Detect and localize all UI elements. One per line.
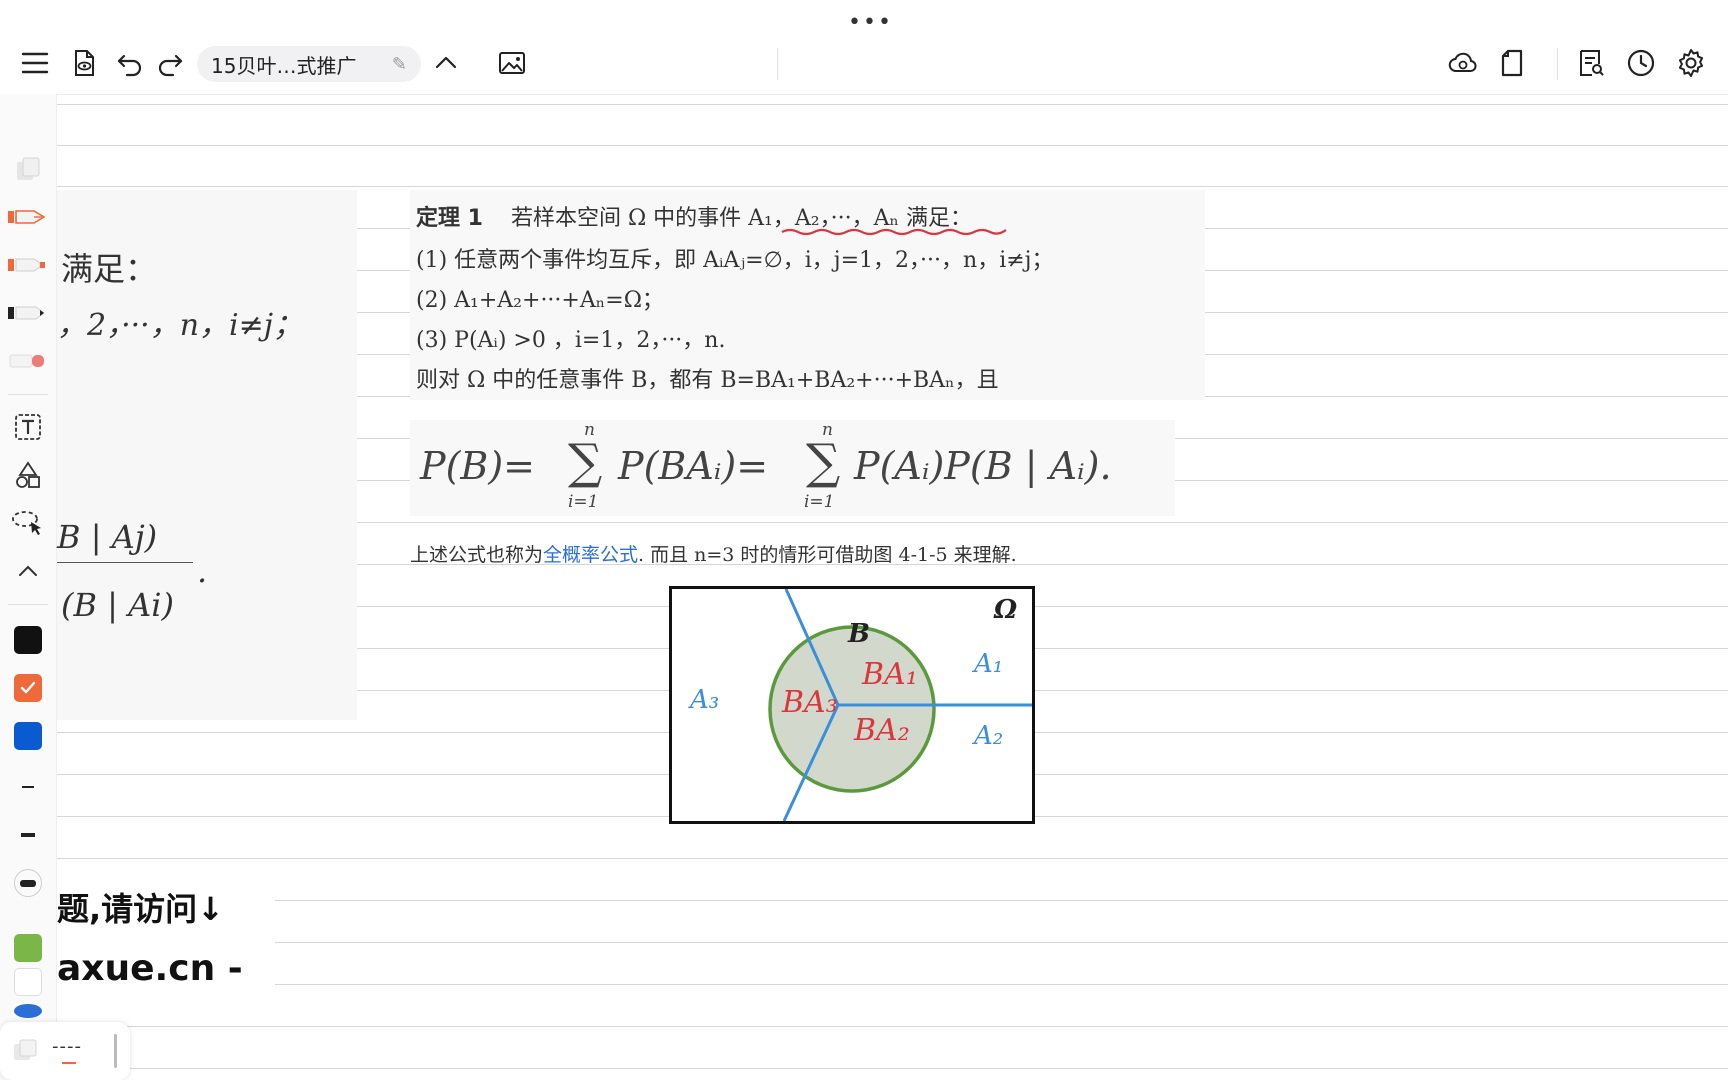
- cropped-banner-image[interactable]: 题,请访问↓ axue.cn -: [57, 876, 275, 1026]
- red-underline-annotation[interactable]: [780, 226, 1010, 238]
- active-page-marker: [62, 1062, 76, 1064]
- sidebar-divider-2: [8, 604, 48, 605]
- fraction-bar: [57, 562, 193, 563]
- sum2-bottom: i=1: [804, 492, 835, 512]
- fragment-text-4: (B | Ai): [61, 586, 174, 624]
- sum1-symbol: ∑: [568, 434, 603, 490]
- total-probability-formula[interactable]: P(B)= n ∑ i=1 P(BAᵢ)= n ∑ i=1 P(Aᵢ)P(B |…: [410, 420, 1175, 516]
- document-title-text: 15贝叶…式推广: [211, 53, 357, 78]
- page-thumbnail-icon[interactable]: [12, 1038, 38, 1066]
- top-toolbar: ••• 15贝叶…式推广 ✎: [0, 0, 1728, 95]
- label-ba1: BA₁: [862, 657, 918, 692]
- label-a3: A₃: [690, 685, 720, 715]
- toolbar-divider: [777, 48, 778, 80]
- formula-term1: P(BAᵢ)=: [618, 444, 769, 488]
- settings-gear-icon[interactable]: [1674, 46, 1708, 80]
- layers-icon[interactable]: [8, 154, 48, 184]
- bottom-floating-toolbar: ----: [0, 1022, 130, 1080]
- theorem-conclusion: 则对 Ω 中的任意事件 B，都有 B=BA₁+BA₂+···+BAₙ，且: [416, 368, 999, 393]
- theorem-condition-3: (3) P(Aᵢ) >0 ，i=1，2，···，n.: [416, 328, 726, 353]
- undo-icon[interactable]: [113, 46, 147, 80]
- add-color-icon[interactable]: [14, 1004, 42, 1018]
- rename-pencil-icon[interactable]: ✎: [392, 54, 407, 75]
- label-ba2: BA₂: [854, 713, 910, 748]
- read-mode-icon[interactable]: [67, 46, 101, 80]
- redo-icon[interactable]: [153, 46, 187, 80]
- stroke-width-thin[interactable]: [8, 772, 48, 802]
- history-clock-icon[interactable]: [1624, 46, 1658, 80]
- pencil-icon[interactable]: [8, 298, 48, 328]
- fragment-text-3: B | Aj): [57, 518, 158, 556]
- fountain-pen-icon[interactable]: [8, 202, 48, 232]
- label-a2: A₂: [974, 721, 1004, 751]
- color-swatch-green[interactable]: [14, 934, 42, 962]
- toolbar-divider-right: [1557, 48, 1558, 80]
- shapes-icon[interactable]: [8, 460, 48, 490]
- sum2-symbol: ∑: [806, 434, 841, 490]
- page-indicator-dashes: ----: [52, 1036, 82, 1057]
- search-doc-icon[interactable]: [1574, 46, 1608, 80]
- eraser-icon[interactable]: [8, 346, 48, 376]
- label-ba3: BA₃: [782, 685, 838, 720]
- theorem-condition-1: (1) 任意两个事件均互斥，即 AᵢAⱼ=∅，i，j=1，2，···，n，i≠j…: [416, 248, 1054, 273]
- checkmark-icon: [20, 681, 36, 694]
- caption-before: 上述公式也称为: [410, 544, 544, 566]
- fragment-dot: .: [197, 552, 208, 590]
- caption-term-link: 全概率公式: [543, 544, 639, 566]
- color-swatch-black[interactable]: [14, 626, 42, 654]
- theorem-label: 定理 1: [416, 206, 483, 231]
- collapse-chevron-icon[interactable]: [8, 556, 48, 586]
- theorem-condition-2: (2) A₁+A₂+···+Aₙ=Ω；: [416, 288, 664, 313]
- document-title[interactable]: 15贝叶…式推广 ✎: [197, 46, 421, 82]
- formula-lhs: P(B)=: [420, 444, 535, 488]
- cloud-sync-icon[interactable]: [1446, 46, 1480, 80]
- text-box-icon[interactable]: [8, 412, 48, 442]
- partition-diagram[interactable]: Ω B BA₁ BA₃ BA₂ A₁ A₂ A₃: [669, 586, 1035, 824]
- label-b: B: [848, 619, 870, 649]
- color-swatch-white[interactable]: [14, 968, 42, 996]
- label-a1: A₁: [974, 649, 1004, 679]
- pasted-fragment-left[interactable]: 满足： ，2，···，n，i≠j； B | Aj) . (B | Ai): [57, 190, 357, 720]
- theorem-block[interactable]: 定理 1 若样本空间 Ω 中的事件 A₁，A₂，···，Aₙ 满足： (1) 任…: [410, 190, 1205, 400]
- stroke-width-medium[interactable]: [8, 820, 48, 850]
- page-icon[interactable]: [1495, 46, 1529, 80]
- stroke-width-thick-selected[interactable]: [8, 868, 48, 898]
- sum1-bottom: i=1: [568, 492, 599, 512]
- more-options-icon[interactable]: •••: [848, 10, 893, 35]
- label-omega: Ω: [994, 595, 1018, 625]
- banner-line-1: 题,请访问↓: [57, 890, 224, 928]
- fragment-text-2: ，2，···，n，i≠j；: [57, 308, 304, 343]
- color-swatch-orange-selected[interactable]: [14, 674, 42, 702]
- color-swatch-blue[interactable]: [14, 722, 42, 750]
- chevron-up-icon[interactable]: [429, 46, 463, 80]
- sidebar-divider: [8, 394, 48, 395]
- caption-line: 上述公式也称为全概率公式. 而且 n=3 时的情形可借助图 4-1-5 来理解.: [410, 540, 1017, 567]
- lasso-icon[interactable]: [8, 508, 48, 538]
- marker-pen-icon[interactable]: [8, 250, 48, 280]
- fragment-text-1: 满足：: [61, 250, 158, 288]
- insert-image-icon[interactable]: [495, 46, 529, 80]
- resize-handle[interactable]: [114, 1034, 117, 1068]
- caption-after: . 而且 n=3 时的情形可借助图 4-1-5 来理解.: [638, 544, 1017, 566]
- banner-line-2: axue.cn -: [57, 948, 243, 989]
- menu-icon[interactable]: [18, 46, 52, 80]
- tool-sidebar: [0, 94, 57, 1080]
- formula-term2: P(Aᵢ)P(B | Aᵢ).: [854, 444, 1112, 488]
